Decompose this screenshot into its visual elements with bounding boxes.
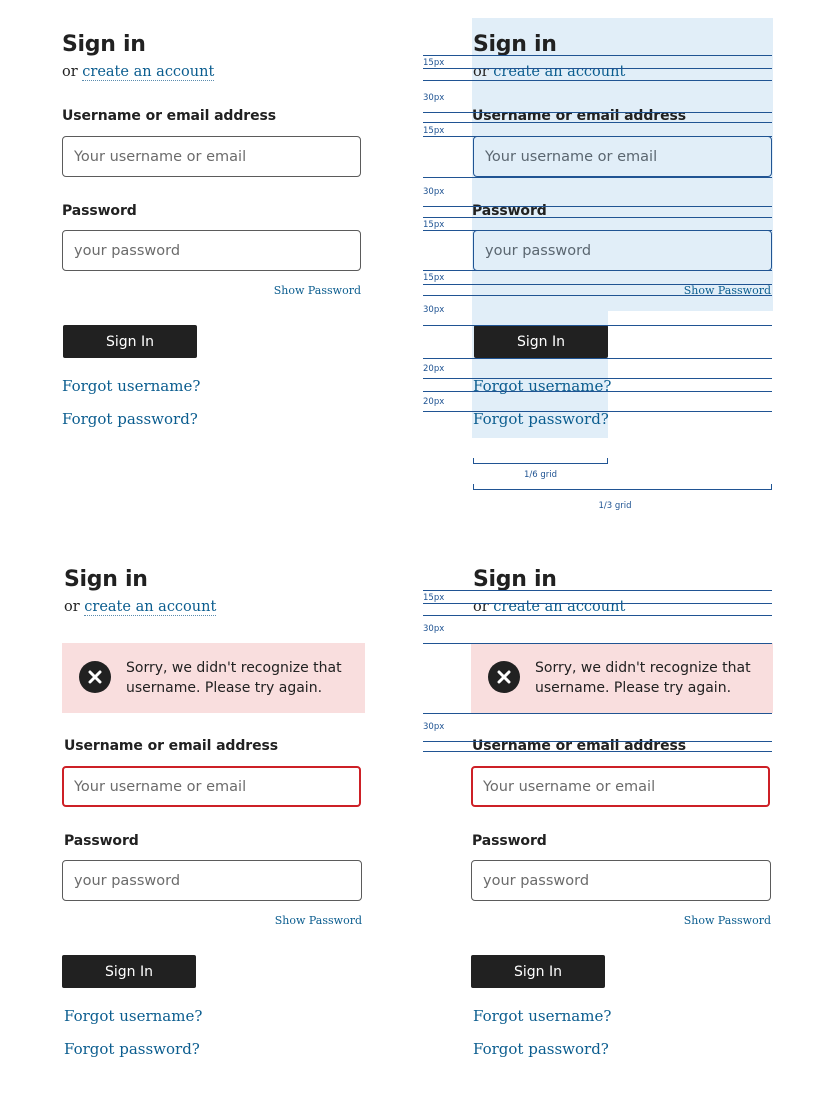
spacing-label: 30px bbox=[423, 187, 445, 197]
spacing-label: 30px bbox=[423, 624, 445, 634]
create-account-line: or create an account bbox=[473, 63, 626, 81]
create-account-line: or create an account bbox=[473, 598, 626, 616]
password-input[interactable] bbox=[62, 230, 361, 271]
error-alert: Sorry, we didn't recognize that username… bbox=[62, 643, 365, 713]
error-message: Sorry, we didn't recognize that username… bbox=[535, 660, 751, 696]
create-account-line: or create an account bbox=[64, 598, 217, 616]
spacing-guide-line bbox=[423, 411, 772, 412]
spacing-guide-line bbox=[423, 230, 772, 231]
create-account-line: or create an account bbox=[62, 63, 215, 81]
error-x-icon bbox=[488, 661, 520, 693]
or-text: or bbox=[62, 64, 78, 80]
show-password-link[interactable]: Show Password bbox=[650, 914, 771, 928]
spacing-guide-line bbox=[423, 177, 772, 178]
password-label: Password bbox=[64, 833, 139, 849]
or-text: or bbox=[473, 64, 489, 80]
grid-sixth-bracket bbox=[473, 458, 608, 464]
show-password-link[interactable]: Show Password bbox=[241, 914, 362, 928]
spacing-label: 20px bbox=[423, 397, 445, 407]
spacing-guide-line bbox=[423, 217, 772, 218]
grid-third-bracket bbox=[473, 484, 772, 490]
create-account-link[interactable]: create an account bbox=[82, 64, 215, 81]
spacing-label: 15px bbox=[423, 58, 445, 68]
spacing-label: 15px bbox=[423, 273, 445, 283]
spacing-guide-line bbox=[423, 270, 772, 271]
spacing-guide-line bbox=[423, 206, 772, 207]
spacing-label: 15px bbox=[423, 126, 445, 136]
create-account-link[interactable]: create an account bbox=[493, 599, 626, 616]
page-title: Sign in bbox=[64, 567, 148, 592]
create-account-link[interactable]: create an account bbox=[493, 64, 626, 81]
page-title: Sign in bbox=[62, 32, 146, 57]
username-label: Username or email address bbox=[64, 738, 278, 754]
spacing-label: 30px bbox=[423, 722, 445, 732]
username-input-error[interactable] bbox=[471, 766, 770, 807]
create-account-link[interactable]: create an account bbox=[84, 599, 217, 616]
username-label: Username or email address bbox=[62, 108, 276, 124]
sign-in-button[interactable]: Sign In bbox=[63, 325, 197, 358]
spacing-guide-line bbox=[423, 112, 772, 113]
spacing-guide-line bbox=[423, 590, 772, 591]
spacing-guide-line bbox=[423, 68, 772, 69]
forgot-username-link[interactable]: Forgot username? bbox=[64, 1006, 202, 1026]
spacing-guide-line bbox=[423, 615, 772, 616]
password-input[interactable] bbox=[473, 230, 772, 271]
spacing-guide-line bbox=[423, 378, 772, 379]
spacing-guide-line bbox=[423, 122, 772, 123]
or-text: or bbox=[473, 599, 489, 615]
forgot-username-link[interactable]: Forgot username? bbox=[62, 376, 200, 396]
forgot-password-link[interactable]: Forgot password? bbox=[473, 409, 609, 429]
spacing-guide-line bbox=[423, 751, 772, 752]
username-input[interactable] bbox=[62, 136, 361, 177]
username-input[interactable] bbox=[473, 136, 772, 177]
or-text: or bbox=[64, 599, 80, 615]
username-input-error[interactable] bbox=[62, 766, 361, 807]
spacing-guide-line bbox=[423, 295, 772, 296]
grid-sixth-label: 1/6 grid bbox=[523, 470, 558, 480]
spacing-guide-line bbox=[423, 80, 772, 81]
spacing-guide-line bbox=[423, 391, 772, 392]
spacing-guide-line bbox=[423, 741, 772, 742]
forgot-username-link[interactable]: Forgot username? bbox=[473, 376, 611, 396]
sign-in-button[interactable]: Sign In bbox=[62, 955, 196, 988]
error-x-icon bbox=[79, 661, 111, 693]
spacing-label: 15px bbox=[423, 220, 445, 230]
password-label: Password bbox=[62, 203, 137, 219]
forgot-username-link[interactable]: Forgot username? bbox=[473, 1006, 611, 1026]
password-input[interactable] bbox=[471, 860, 771, 901]
spacing-guide-line bbox=[423, 284, 772, 285]
sign-in-button[interactable]: Sign In bbox=[474, 325, 608, 358]
sign-in-button[interactable]: Sign In bbox=[471, 955, 605, 988]
spacing-guide-line bbox=[423, 55, 772, 56]
forgot-password-link[interactable]: Forgot password? bbox=[64, 1039, 200, 1059]
show-password-link[interactable]: Show Password bbox=[240, 284, 361, 298]
error-alert: Sorry, we didn't recognize that username… bbox=[471, 643, 773, 713]
forgot-password-link[interactable]: Forgot password? bbox=[62, 409, 198, 429]
spacing-guide-line bbox=[423, 358, 772, 359]
spacing-label: 30px bbox=[423, 305, 445, 315]
grid-third-label: 1/3 grid bbox=[598, 501, 632, 511]
spacing-guide-line bbox=[423, 713, 772, 714]
password-label: Password bbox=[472, 833, 547, 849]
forgot-password-link[interactable]: Forgot password? bbox=[473, 1039, 609, 1059]
username-label: Username or email address bbox=[472, 738, 686, 754]
spacing-label: 20px bbox=[423, 364, 445, 374]
spacing-label: 30px bbox=[423, 93, 445, 103]
spacing-guide-line bbox=[423, 325, 772, 326]
spacing-guide-line bbox=[423, 603, 772, 604]
spacing-guide-line bbox=[423, 136, 772, 137]
spacing-label: 15px bbox=[423, 593, 445, 603]
spacing-guide-line bbox=[423, 643, 772, 644]
password-input[interactable] bbox=[62, 860, 362, 901]
error-message: Sorry, we didn't recognize that username… bbox=[126, 660, 342, 696]
